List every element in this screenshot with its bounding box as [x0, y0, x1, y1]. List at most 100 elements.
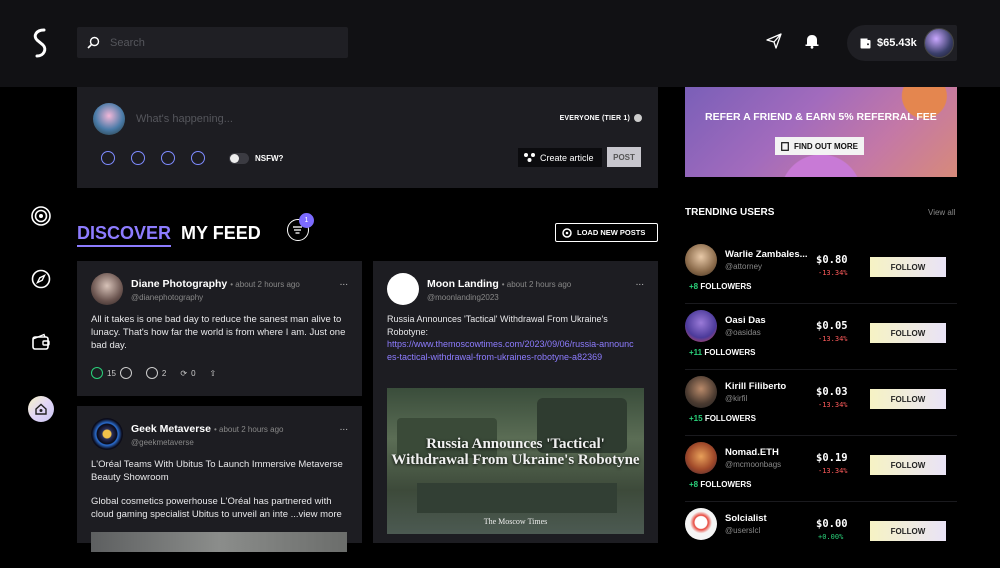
followers-count: +8 [689, 282, 699, 291]
user-price: $0.03 [816, 386, 848, 398]
post-image[interactable] [91, 532, 347, 552]
audience-selector[interactable]: EVERYONE (TIER 1) [560, 114, 642, 122]
compass-icon[interactable] [30, 268, 52, 290]
post-card[interactable]: Diane Photography • about 2 hours ago @di… [77, 261, 362, 396]
user-avatar[interactable] [685, 508, 717, 540]
wallet-icon [860, 38, 871, 48]
follow-button[interactable]: FOLLOW [870, 389, 946, 409]
comment-icon [145, 367, 158, 379]
like-count: 15 [107, 368, 116, 378]
user-name[interactable]: Warlie Zambales... [725, 249, 808, 260]
follow-button[interactable]: FOLLOW [870, 257, 946, 277]
mention-icon[interactable] [191, 151, 205, 165]
post-card[interactable]: Geek Metaverse • about 2 hours ago @geekm… [77, 406, 362, 552]
trending-user-row[interactable]: Solcialist @userslcl $0.00 +0.00% FOLLOW [685, 508, 957, 568]
trending-users-title: TRENDING USERS [685, 207, 775, 218]
post-actions: 15 2 ⟳ 0 ⇧ [91, 367, 216, 379]
signal-icon[interactable] [30, 205, 52, 227]
post-link[interactable]: https://www.themoscowtimes.com/2023/09/0… [387, 338, 637, 363]
user-handle: @kirfil [725, 394, 748, 403]
view-more-link[interactable]: ...view more [291, 509, 342, 520]
trending-user-row[interactable]: Warlie Zambales... @attorney +8 FOLLOWER… [685, 244, 957, 304]
user-avatar[interactable] [924, 28, 954, 58]
gif-icon[interactable] [131, 151, 145, 165]
wallet-button[interactable]: $65.43k [847, 25, 957, 61]
post-title: L'Oréal Teams With Ubitus To Launch Imme… [91, 459, 343, 483]
wallet-nav-icon[interactable] [30, 331, 52, 353]
share-button[interactable]: ⇧ [210, 369, 217, 378]
bell-icon[interactable] [804, 33, 820, 49]
creator-nav-icon[interactable] [28, 396, 54, 422]
tab-discover[interactable]: DISCOVER [77, 223, 172, 247]
composer-input[interactable]: What's happening... [136, 113, 233, 125]
author-name[interactable]: Geek Metaverse [131, 423, 211, 435]
user-handle: @attorney [725, 262, 763, 271]
post-text: Russia Announces 'Tactical' Withdrawal F… [387, 314, 608, 337]
like-button[interactable]: 15 [91, 367, 132, 379]
user-price: $0.05 [816, 320, 848, 332]
more-options-icon[interactable]: ... [636, 277, 644, 288]
follow-button[interactable]: FOLLOW [870, 521, 946, 541]
user-name[interactable]: Nomad.ETH [725, 447, 779, 458]
trending-user-row[interactable]: Oasi Das @oasidas +11 FOLLOWERS $0.05 -1… [685, 310, 957, 370]
emoji-icon[interactable] [161, 151, 175, 165]
follow-button[interactable]: FOLLOW [870, 455, 946, 475]
author-handle: @dianephotography [131, 293, 204, 302]
price-change: +0.00% [818, 533, 844, 541]
comment-button[interactable]: 2 [145, 367, 167, 379]
user-avatar[interactable] [685, 310, 717, 342]
user-price: $0.19 [816, 452, 848, 464]
find-out-more-button[interactable]: FIND OUT MORE [775, 137, 864, 155]
user-name[interactable]: Solcialist [725, 513, 767, 524]
post-button[interactable]: POST [607, 147, 641, 167]
post-text: All it takes is one bad day to reduce th… [91, 314, 346, 351]
author-avatar[interactable] [387, 273, 419, 305]
search-bar[interactable] [77, 27, 348, 58]
view-all-link[interactable]: View all [928, 208, 955, 217]
trending-user-row[interactable]: Kirill Filiberto @kirfil +15 FOLLOWERS $… [685, 376, 957, 436]
load-new-posts-button[interactable]: LOAD NEW POSTS [555, 223, 658, 242]
filter-badge: 1 [299, 213, 314, 228]
repost-button[interactable]: ⟳ 0 [180, 369, 195, 378]
user-handle: @userslcl [725, 526, 761, 535]
preview-headline: Russia Announces 'Tactical' Withdrawal F… [391, 436, 640, 468]
nsfw-toggle[interactable] [229, 152, 249, 164]
link-preview-image[interactable]: Russia Announces 'Tactical' Withdrawal F… [387, 388, 644, 534]
load-new-label: LOAD NEW POSTS [577, 228, 646, 237]
comment-count: 2 [161, 368, 167, 378]
author-avatar[interactable] [91, 418, 123, 450]
app-logo-icon[interactable] [28, 27, 54, 59]
preview-source: The Moscow Times [483, 517, 548, 526]
create-article-label: Create article [540, 152, 594, 163]
image-icon[interactable] [101, 151, 115, 165]
more-options-icon[interactable]: ... [340, 422, 348, 433]
send-icon[interactable] [766, 33, 782, 49]
followers-gained: +8 FOLLOWERS [689, 282, 751, 291]
author-avatar[interactable] [91, 273, 123, 305]
search-input[interactable] [110, 36, 330, 49]
user-avatar[interactable] [685, 442, 717, 474]
post-time: • about 2 hours ago [501, 280, 572, 289]
user-name[interactable]: Kirill Filiberto [725, 381, 786, 392]
user-avatar[interactable] [685, 244, 717, 276]
post-time: • about 2 hours ago [213, 425, 284, 434]
post-card[interactable]: Moon Landing • about 2 hours ago @moonlan… [373, 261, 658, 543]
author-handle: @geekmetaverse [131, 438, 194, 447]
follow-button[interactable]: FOLLOW [870, 323, 946, 343]
trending-user-row[interactable]: Nomad.ETH @mcmoonbags +8 FOLLOWERS $0.19… [685, 442, 957, 502]
referral-banner[interactable]: REFER A FRIEND & EARN 5% REFERRAL FEE FI… [685, 87, 957, 177]
user-avatar[interactable] [685, 376, 717, 408]
more-options-icon[interactable]: ... [340, 277, 348, 288]
tab-my-feed[interactable]: MY FEED [181, 223, 261, 244]
user-price: $0.80 [816, 254, 848, 266]
document-icon [781, 141, 789, 151]
user-handle: @mcmoonbags [725, 460, 782, 469]
post-composer: What's happening... EVERYONE (TIER 1) NS… [77, 87, 658, 188]
author-name[interactable]: Diane Photography [131, 278, 227, 290]
create-article-button[interactable]: Create article [518, 148, 602, 167]
author-handle: @moonlanding2023 [427, 293, 499, 302]
chevron-down-icon [634, 114, 642, 122]
referral-text: REFER A FRIEND & EARN 5% REFERRAL FEE [705, 111, 937, 123]
author-name[interactable]: Moon Landing [427, 278, 499, 290]
user-name[interactable]: Oasi Das [725, 315, 766, 326]
